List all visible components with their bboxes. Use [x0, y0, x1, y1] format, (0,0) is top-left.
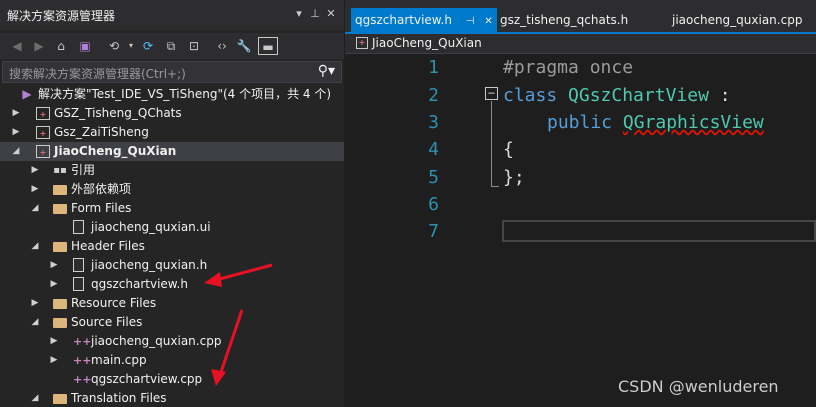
tab-label: jiaocheng_quxian.cpp: [672, 13, 803, 27]
project-icon: +: [356, 37, 368, 49]
line-number: 6: [428, 194, 439, 215]
keyword: public: [547, 112, 613, 133]
punctuation: :: [708, 85, 731, 106]
line-number: 1: [428, 57, 439, 78]
code-editor[interactable]: 1 2 3 4 5 6 7 − #pragma once class QGszC…: [345, 54, 816, 407]
red-arrow-source: [211, 309, 244, 386]
red-arrow-header: [204, 263, 273, 287]
keyword: class: [503, 85, 558, 106]
solution-explorer-panel: 解决方案资源管理器 ▾ ⊥ ✕ ◀ ▶ ⌂ ▣ ⟲ ▾ ⟳ ⧉ ⊡ ‹› 🔧 ▬…: [0, 0, 344, 407]
code-line-2: class QGszChartView :: [503, 85, 731, 106]
pin-tab-icon[interactable]: ⊣: [466, 16, 475, 27]
code-line-5: };: [503, 167, 525, 188]
editor-tab-strip: qgszchartview.h ⊣ ✕ gsz_tisheng_qchats.h…: [345, 0, 816, 34]
line-number: 7: [428, 221, 439, 242]
tab-label: qgszchartview.h: [355, 13, 452, 27]
tab-qgszchartview-h[interactable]: qgszchartview.h ⊣ ✕: [351, 8, 497, 32]
code-line-3: public QGraphicsView: [547, 112, 764, 133]
fold-guide: [491, 101, 492, 186]
tab-label: gsz_tisheng_qchats.h: [500, 13, 629, 27]
tab-gsz-tisheng-qchats-h[interactable]: gsz_tisheng_qchats.h: [500, 8, 628, 32]
code-line-4: {: [503, 139, 514, 160]
code-line-1: #pragma once: [503, 57, 634, 78]
line-number: 2: [428, 85, 439, 106]
line-number: 3: [428, 112, 439, 133]
current-line-highlight: [502, 220, 816, 242]
line-number: 4: [428, 139, 439, 160]
class-name: QGszChartView: [568, 85, 709, 106]
base-class-name: QGraphicsView: [622, 112, 764, 133]
collapse-region-icon[interactable]: −: [485, 87, 498, 100]
watermark: CSDN @wenluderen: [618, 377, 779, 396]
close-tab-icon[interactable]: ✕: [484, 16, 492, 27]
annotation-arrows: [204, 263, 273, 386]
fold-guide-end: [491, 186, 499, 187]
tab-jiaocheng-quxian-cpp[interactable]: jiaocheng_quxian.cpp: [672, 8, 802, 32]
nav-project-label: JiaoCheng_QuXian: [372, 36, 482, 50]
line-number: 5: [428, 167, 439, 188]
editor-navigation-bar[interactable]: + JiaoCheng_QuXian: [345, 34, 816, 54]
